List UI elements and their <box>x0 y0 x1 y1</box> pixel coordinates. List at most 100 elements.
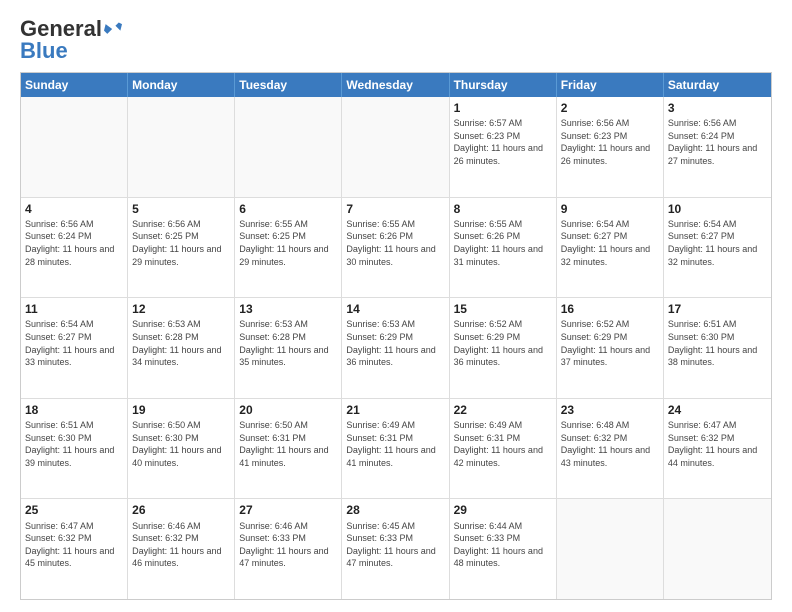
day-info: Sunrise: 6:56 AMSunset: 6:24 PMDaylight:… <box>668 117 767 167</box>
day-info: Sunrise: 6:56 AMSunset: 6:24 PMDaylight:… <box>25 218 123 268</box>
page: General Blue SundayMondayTuesdayWednesda… <box>0 0 792 612</box>
day-number: 25 <box>25 502 123 518</box>
day-number: 28 <box>346 502 444 518</box>
calendar-day-9: 9Sunrise: 6:54 AMSunset: 6:27 PMDaylight… <box>557 198 664 298</box>
day-number: 3 <box>668 100 767 116</box>
day-info: Sunrise: 6:49 AMSunset: 6:31 PMDaylight:… <box>454 419 552 469</box>
calendar-day-empty <box>557 499 664 599</box>
day-info: Sunrise: 6:54 AMSunset: 6:27 PMDaylight:… <box>668 218 767 268</box>
calendar-day-15: 15Sunrise: 6:52 AMSunset: 6:29 PMDayligh… <box>450 298 557 398</box>
calendar-body: 1Sunrise: 6:57 AMSunset: 6:23 PMDaylight… <box>21 97 771 599</box>
day-info: Sunrise: 6:47 AMSunset: 6:32 PMDaylight:… <box>25 520 123 570</box>
day-info: Sunrise: 6:51 AMSunset: 6:30 PMDaylight:… <box>668 318 767 368</box>
calendar-day-3: 3Sunrise: 6:56 AMSunset: 6:24 PMDaylight… <box>664 97 771 197</box>
calendar-day-16: 16Sunrise: 6:52 AMSunset: 6:29 PMDayligh… <box>557 298 664 398</box>
calendar-day-4: 4Sunrise: 6:56 AMSunset: 6:24 PMDaylight… <box>21 198 128 298</box>
calendar-day-6: 6Sunrise: 6:55 AMSunset: 6:25 PMDaylight… <box>235 198 342 298</box>
day-number: 5 <box>132 201 230 217</box>
day-number: 14 <box>346 301 444 317</box>
day-number: 2 <box>561 100 659 116</box>
calendar-day-8: 8Sunrise: 6:55 AMSunset: 6:26 PMDaylight… <box>450 198 557 298</box>
calendar-day-27: 27 Sunrise: 6:46 AMSunset: 6:33 PMDayligh… <box>235 499 342 599</box>
calendar-day-23: 23Sunrise: 6:48 AMSunset: 6:32 PMDayligh… <box>557 399 664 499</box>
calendar-header: SundayMondayTuesdayWednesdayThursdayFrid… <box>21 73 771 97</box>
day-number: 18 <box>25 402 123 418</box>
calendar-week-2: 4Sunrise: 6:56 AMSunset: 6:24 PMDaylight… <box>21 198 771 299</box>
calendar-day-10: 10Sunrise: 6:54 AMSunset: 6:27 PMDayligh… <box>664 198 771 298</box>
day-number: 13 <box>239 301 337 317</box>
day-number: 9 <box>561 201 659 217</box>
day-number: 16 <box>561 301 659 317</box>
header: General Blue <box>20 16 772 64</box>
day-number: 29 <box>454 502 552 518</box>
day-number: 20 <box>239 402 337 418</box>
header-day-friday: Friday <box>557 73 664 97</box>
calendar-week-1: 1Sunrise: 6:57 AMSunset: 6:23 PMDaylight… <box>21 97 771 198</box>
calendar-day-1: 1Sunrise: 6:57 AMSunset: 6:23 PMDaylight… <box>450 97 557 197</box>
calendar-day-empty <box>342 97 449 197</box>
logo-bird-icon <box>104 22 122 36</box>
calendar-day-empty <box>235 97 342 197</box>
day-number: 10 <box>668 201 767 217</box>
day-info: Sunrise: 6:48 AMSunset: 6:32 PMDaylight:… <box>561 419 659 469</box>
day-info: Sunrise: 6:53 AMSunset: 6:28 PMDaylight:… <box>132 318 230 368</box>
calendar-day-24: 24Sunrise: 6:47 AMSunset: 6:32 PMDayligh… <box>664 399 771 499</box>
calendar-day-28: 28 Sunrise: 6:45 AMSunset: 6:33 PMDayligh… <box>342 499 449 599</box>
day-info: Sunrise: 6:52 AMSunset: 6:29 PMDaylight:… <box>454 318 552 368</box>
day-info: Sunrise: 6:51 AMSunset: 6:30 PMDaylight:… <box>25 419 123 469</box>
day-info: Sunrise: 6:56 AMSunset: 6:23 PMDaylight:… <box>561 117 659 167</box>
day-info: Sunrise: 6:57 AMSunset: 6:23 PMDaylight:… <box>454 117 552 167</box>
day-info: Sunrise: 6:47 AMSunset: 6:32 PMDaylight:… <box>668 419 767 469</box>
calendar-day-21: 21Sunrise: 6:49 AMSunset: 6:31 PMDayligh… <box>342 399 449 499</box>
day-number: 19 <box>132 402 230 418</box>
header-day-wednesday: Wednesday <box>342 73 449 97</box>
calendar-day-25: 25 Sunrise: 6:47 AMSunset: 6:32 PMDayligh… <box>21 499 128 599</box>
day-number: 21 <box>346 402 444 418</box>
day-info: Sunrise: 6:46 AMSunset: 6:33 PMDaylight:… <box>239 520 337 570</box>
day-number: 1 <box>454 100 552 116</box>
calendar-day-empty <box>128 97 235 197</box>
day-info: Sunrise: 6:52 AMSunset: 6:29 PMDaylight:… <box>561 318 659 368</box>
calendar-week-5: 25 Sunrise: 6:47 AMSunset: 6:32 PMDayligh… <box>21 499 771 599</box>
header-day-monday: Monday <box>128 73 235 97</box>
day-info: Sunrise: 6:46 AMSunset: 6:32 PMDaylight:… <box>132 520 230 570</box>
day-number: 22 <box>454 402 552 418</box>
calendar-week-3: 11Sunrise: 6:54 AMSunset: 6:27 PMDayligh… <box>21 298 771 399</box>
calendar-day-empty <box>664 499 771 599</box>
calendar-day-11: 11Sunrise: 6:54 AMSunset: 6:27 PMDayligh… <box>21 298 128 398</box>
day-number: 23 <box>561 402 659 418</box>
calendar-day-7: 7Sunrise: 6:55 AMSunset: 6:26 PMDaylight… <box>342 198 449 298</box>
day-info: Sunrise: 6:54 AMSunset: 6:27 PMDaylight:… <box>561 218 659 268</box>
calendar-day-26: 26 Sunrise: 6:46 AMSunset: 6:32 PMDayligh… <box>128 499 235 599</box>
calendar-day-14: 14Sunrise: 6:53 AMSunset: 6:29 PMDayligh… <box>342 298 449 398</box>
calendar-day-2: 2Sunrise: 6:56 AMSunset: 6:23 PMDaylight… <box>557 97 664 197</box>
day-info: Sunrise: 6:55 AMSunset: 6:25 PMDaylight:… <box>239 218 337 268</box>
day-info: Sunrise: 6:53 AMSunset: 6:29 PMDaylight:… <box>346 318 444 368</box>
calendar-day-5: 5Sunrise: 6:56 AMSunset: 6:25 PMDaylight… <box>128 198 235 298</box>
day-info: Sunrise: 6:54 AMSunset: 6:27 PMDaylight:… <box>25 318 123 368</box>
calendar-day-13: 13Sunrise: 6:53 AMSunset: 6:28 PMDayligh… <box>235 298 342 398</box>
logo: General Blue <box>20 16 122 64</box>
day-info: Sunrise: 6:55 AMSunset: 6:26 PMDaylight:… <box>346 218 444 268</box>
day-info: Sunrise: 6:50 AMSunset: 6:31 PMDaylight:… <box>239 419 337 469</box>
day-info: Sunrise: 6:56 AMSunset: 6:25 PMDaylight:… <box>132 218 230 268</box>
calendar-day-29: 29 Sunrise: 6:44 AMSunset: 6:33 PMDayligh… <box>450 499 557 599</box>
day-number: 8 <box>454 201 552 217</box>
header-day-sunday: Sunday <box>21 73 128 97</box>
day-info: Sunrise: 6:45 AMSunset: 6:33 PMDaylight:… <box>346 520 444 570</box>
day-info: Sunrise: 6:49 AMSunset: 6:31 PMDaylight:… <box>346 419 444 469</box>
day-info: Sunrise: 6:50 AMSunset: 6:30 PMDaylight:… <box>132 419 230 469</box>
day-number: 12 <box>132 301 230 317</box>
day-info: Sunrise: 6:55 AMSunset: 6:26 PMDaylight:… <box>454 218 552 268</box>
calendar-day-18: 18Sunrise: 6:51 AMSunset: 6:30 PMDayligh… <box>21 399 128 499</box>
day-info: Sunrise: 6:44 AMSunset: 6:33 PMDaylight:… <box>454 520 552 570</box>
day-number: 24 <box>668 402 767 418</box>
header-day-thursday: Thursday <box>450 73 557 97</box>
day-number: 15 <box>454 301 552 317</box>
day-number: 17 <box>668 301 767 317</box>
day-number: 27 <box>239 502 337 518</box>
day-number: 26 <box>132 502 230 518</box>
calendar: SundayMondayTuesdayWednesdayThursdayFrid… <box>20 72 772 600</box>
day-number: 6 <box>239 201 337 217</box>
day-number: 7 <box>346 201 444 217</box>
